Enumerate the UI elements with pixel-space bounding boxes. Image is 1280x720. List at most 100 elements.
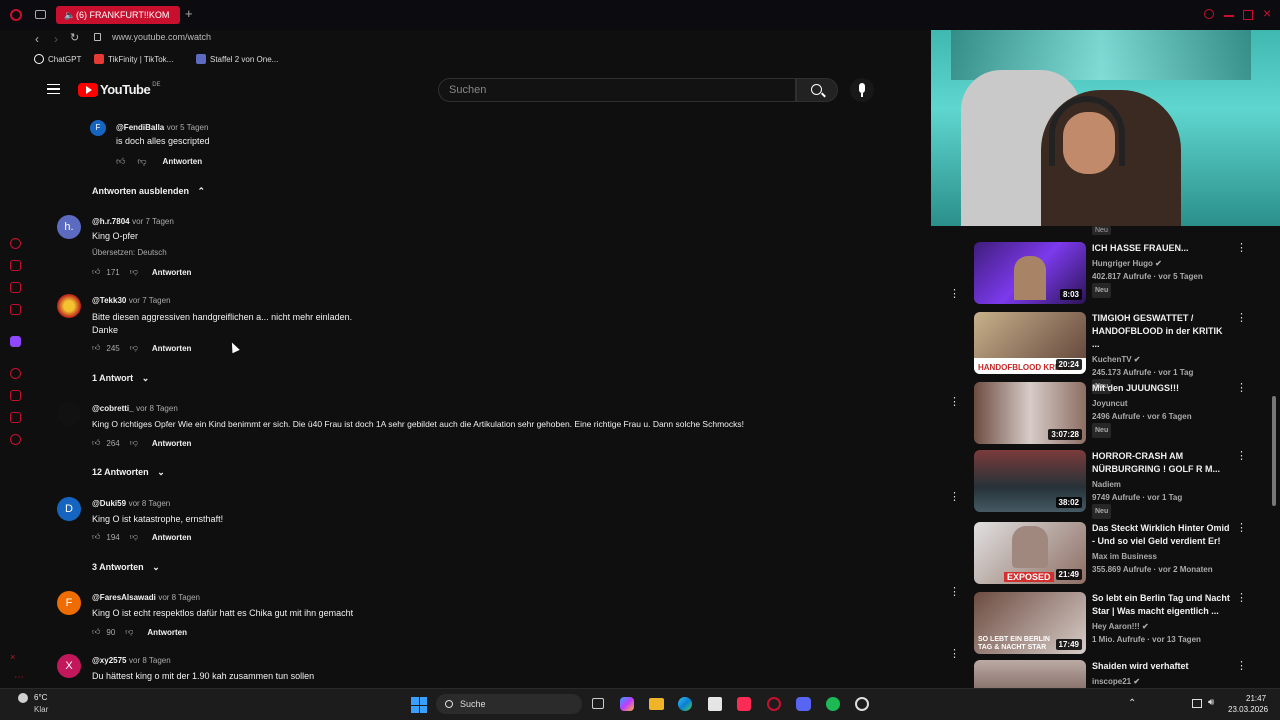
- messenger-icon[interactable]: [10, 282, 21, 293]
- channel-name[interactable]: Hey Aaron!!! ✔: [1092, 620, 1232, 633]
- bookmark-tikfinity[interactable]: TikFinity | TikTok...: [94, 54, 173, 64]
- comment-menu-icon[interactable]: ⋮: [949, 289, 960, 300]
- avatar[interactable]: [57, 294, 81, 318]
- spotify-icon[interactable]: [826, 697, 840, 711]
- video-title[interactable]: Mit den JUUUNGS!!! Joyuncut 2496 Aufrufe…: [1092, 382, 1232, 438]
- dislike-icon[interactable]: 👎︎: [125, 627, 133, 637]
- bookmark-chatgpt[interactable]: ChatGPT: [34, 54, 81, 64]
- video-title[interactable]: HORROR-CRASH AM NÜRBURGRING ! GOLF R M..…: [1092, 450, 1232, 519]
- speaker-icon[interactable]: 🔈: [64, 6, 75, 24]
- video-menu-icon[interactable]: ⋮: [1236, 593, 1247, 604]
- search-input[interactable]: Suchen: [438, 78, 796, 102]
- like-icon[interactable]: 👍︎: [92, 343, 100, 353]
- comment-menu-icon[interactable]: ⋮: [949, 492, 960, 503]
- reply-button[interactable]: Antworten: [152, 533, 192, 542]
- avatar[interactable]: F: [57, 591, 81, 615]
- recommendation-item[interactable]: EXPOSED 21:49 Das Steckt Wirklich Hinter…: [974, 522, 1274, 588]
- recommendation-item[interactable]: 3:07:28 Mit den JUUUNGS!!! Joyuncut 2496…: [974, 382, 1274, 448]
- new-tab-button[interactable]: +: [185, 6, 193, 21]
- like-icon[interactable]: 👍︎: [92, 532, 100, 542]
- extensions-icon[interactable]: ×: [10, 652, 21, 663]
- bookmarks-icon[interactable]: [10, 412, 21, 423]
- workspace-icon[interactable]: [10, 260, 21, 271]
- weather-icon[interactable]: [18, 693, 28, 703]
- channel-name[interactable]: Hungriger Hugo ✔: [1092, 257, 1232, 270]
- comment-author[interactable]: @Duki59: [92, 499, 126, 508]
- video-menu-icon[interactable]: ⋮: [1236, 661, 1247, 672]
- comment-time[interactable]: vor 8 Tagen: [129, 656, 171, 665]
- video-title[interactable]: So lebt ein Berlin Tag und Nacht Star | …: [1092, 592, 1232, 646]
- video-thumbnail[interactable]: SO LEBT EIN BERLIN TAG & NACHT STAR 17:4…: [974, 592, 1086, 654]
- channel-name[interactable]: Joyuncut: [1092, 397, 1232, 410]
- comment-menu-icon[interactable]: ⋮: [949, 397, 960, 408]
- comment-author[interactable]: @xy2575: [92, 656, 127, 665]
- reply-button[interactable]: Antworten: [152, 268, 192, 277]
- channel-name[interactable]: inscope21 ✔: [1092, 675, 1232, 688]
- video-menu-icon[interactable]: ⋮: [1236, 243, 1247, 254]
- active-tab[interactable]: 🔈 (6) FRANKFURT!!KOM: [56, 6, 180, 24]
- like-icon[interactable]: 👍︎: [116, 156, 125, 167]
- opera-logo-icon[interactable]: [10, 9, 22, 21]
- taskbar-search[interactable]: Suche: [436, 694, 582, 714]
- show-replies-button[interactable]: 3 Antworten ⌄: [92, 562, 160, 573]
- recommendation-item[interactable]: Shaiden wird verhaftet inscope21 ✔ ⋮: [974, 660, 1274, 688]
- like-icon[interactable]: 👍︎: [92, 267, 100, 277]
- video-title[interactable]: ICH HASSE FRAUEN... Hungriger Hugo ✔ 402…: [1092, 242, 1232, 298]
- dislike-icon[interactable]: 👎︎: [130, 532, 138, 542]
- video-thumbnail[interactable]: 3:07:28: [974, 382, 1086, 444]
- history-icon[interactable]: [10, 390, 21, 401]
- reload-icon[interactable]: ↻: [70, 31, 79, 44]
- clock-date[interactable]: 23.03.2026: [1228, 705, 1268, 714]
- volume-icon[interactable]: 🔊︎: [1208, 697, 1214, 708]
- tiktok-icon[interactable]: [737, 697, 751, 711]
- comment-menu-icon[interactable]: ⋮: [949, 649, 960, 660]
- reply-button[interactable]: Antworten: [163, 157, 203, 166]
- recommendation-item[interactable]: 8:03 ICH HASSE FRAUEN... Hungriger Hugo …: [974, 242, 1274, 308]
- close-button[interactable]: ×: [1263, 5, 1271, 21]
- task-view-icon[interactable]: [592, 698, 604, 709]
- comment-menu-icon[interactable]: ⋮: [949, 587, 960, 598]
- discord-icon[interactable]: [796, 697, 811, 711]
- store-icon[interactable]: [708, 697, 722, 711]
- player-icon[interactable]: [10, 368, 21, 379]
- dislike-icon[interactable]: 👎︎: [130, 267, 138, 277]
- youtube-logo[interactable]: YouTube DE: [78, 82, 161, 97]
- comment-time[interactable]: vor 5 Tagen: [167, 123, 209, 132]
- minimize-button[interactable]: [1224, 15, 1234, 17]
- menu-icon[interactable]: [47, 84, 60, 94]
- reply-button[interactable]: Antworten: [147, 628, 187, 637]
- more-icon[interactable]: ⋯: [14, 672, 24, 683]
- voice-search-button[interactable]: [850, 78, 874, 102]
- recommendation-item[interactable]: SO LEBT EIN BERLIN TAG & NACHT STAR 17:4…: [974, 592, 1274, 658]
- dislike-icon[interactable]: 👎︎: [130, 438, 138, 448]
- aria-icon[interactable]: [10, 238, 21, 249]
- channel-name[interactable]: Nadiem: [1092, 478, 1232, 491]
- copilot-icon[interactable]: [620, 697, 634, 711]
- comment-time[interactable]: vor 8 Tagen: [129, 499, 171, 508]
- scrollbar-thumb[interactable]: [1272, 396, 1276, 506]
- url-field[interactable]: www.youtube.com/watch: [112, 32, 211, 42]
- video-thumbnail[interactable]: HANDOFBLOOD KRITIK 20:24: [974, 312, 1086, 374]
- whatsapp-icon[interactable]: [10, 304, 21, 315]
- comment-author[interactable]: @FendiBalla: [116, 123, 164, 132]
- like-icon[interactable]: 👍︎: [92, 438, 100, 448]
- video-title[interactable]: Das Steckt Wirklich Hinter Omid - Und so…: [1092, 522, 1232, 576]
- weather-temp[interactable]: 6°C: [34, 693, 47, 702]
- video-menu-icon[interactable]: ⋮: [1236, 383, 1247, 394]
- clock-time[interactable]: 21:47: [1246, 694, 1266, 703]
- show-replies-button[interactable]: 1 Antwort ⌄: [92, 373, 149, 384]
- channel-name[interactable]: KuchenTV ✔: [1092, 353, 1232, 366]
- edge-icon[interactable]: [678, 697, 692, 711]
- maximize-button[interactable]: [1243, 10, 1253, 20]
- comment-time[interactable]: vor 7 Tagen: [129, 296, 171, 305]
- video-thumbnail[interactable]: 38:02: [974, 450, 1086, 512]
- video-menu-icon[interactable]: ⋮: [1236, 313, 1247, 324]
- twitch-icon[interactable]: [10, 336, 21, 347]
- avatar[interactable]: D: [57, 497, 81, 521]
- hide-replies-button[interactable]: Antworten ausblenden ⌃: [92, 186, 205, 197]
- avatar[interactable]: h.: [57, 215, 81, 239]
- avatar[interactable]: F: [90, 120, 106, 136]
- settings-icon[interactable]: [10, 434, 21, 445]
- channel-name[interactable]: Max im Business: [1092, 550, 1232, 563]
- file-explorer-icon[interactable]: [649, 698, 664, 710]
